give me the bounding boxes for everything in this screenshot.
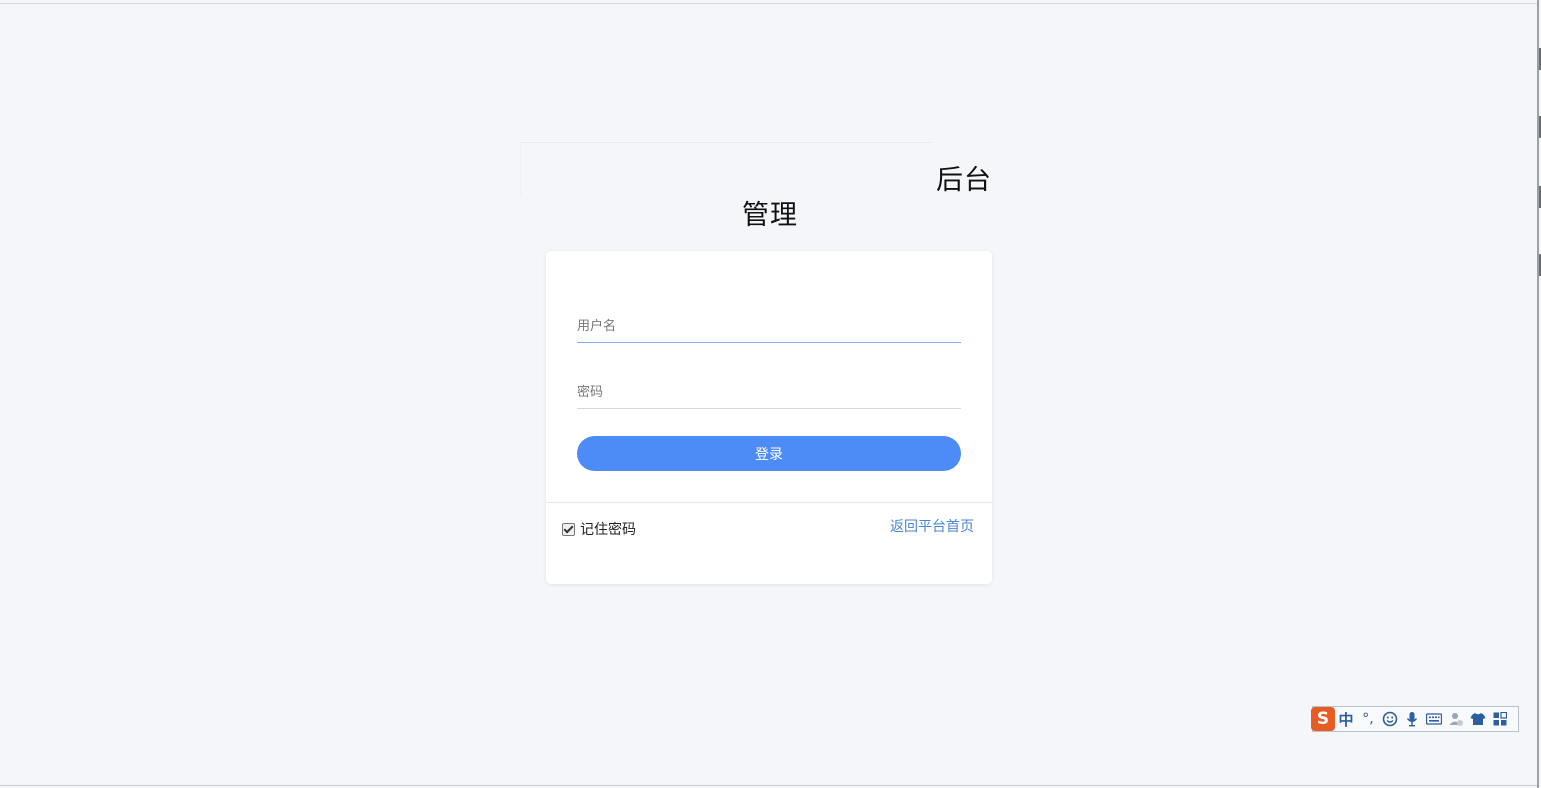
ime-toolbar: S 中 °, — [1311, 706, 1519, 732]
username-field-wrapper — [577, 311, 961, 343]
ime-chinese-mode[interactable]: 中 — [1335, 708, 1357, 730]
username-underline — [577, 342, 961, 343]
logo-image — [520, 142, 933, 197]
sogou-logo-icon[interactable]: S — [1311, 707, 1335, 731]
top-border — [0, 3, 1537, 4]
microphone-icon[interactable] — [1401, 708, 1423, 730]
shirt-icon[interactable] — [1467, 708, 1489, 730]
smiley-icon[interactable] — [1379, 708, 1401, 730]
login-card: 登录 记住密码 返回平台首页 — [546, 251, 992, 584]
remember-checkbox[interactable] — [562, 522, 575, 536]
page-title-part2: 管理 — [742, 200, 798, 231]
password-field-wrapper — [577, 377, 961, 409]
remember-password[interactable]: 记住密码 — [562, 519, 636, 539]
username-input[interactable] — [577, 311, 961, 341]
ime-punctuation[interactable]: °, — [1357, 708, 1379, 730]
remember-label: 记住密码 — [580, 522, 636, 538]
page-title-part1: 后台 — [936, 165, 992, 196]
user-icon[interactable] — [1445, 708, 1467, 730]
bottom-border — [0, 785, 1537, 786]
grid-icon[interactable] — [1489, 708, 1511, 730]
password-input[interactable] — [577, 377, 961, 407]
back-to-home-link[interactable]: 返回平台首页 — [890, 516, 974, 536]
card-divider — [546, 502, 992, 503]
password-underline — [577, 408, 961, 409]
login-button[interactable]: 登录 — [577, 436, 961, 471]
keyboard-icon[interactable] — [1423, 708, 1445, 730]
